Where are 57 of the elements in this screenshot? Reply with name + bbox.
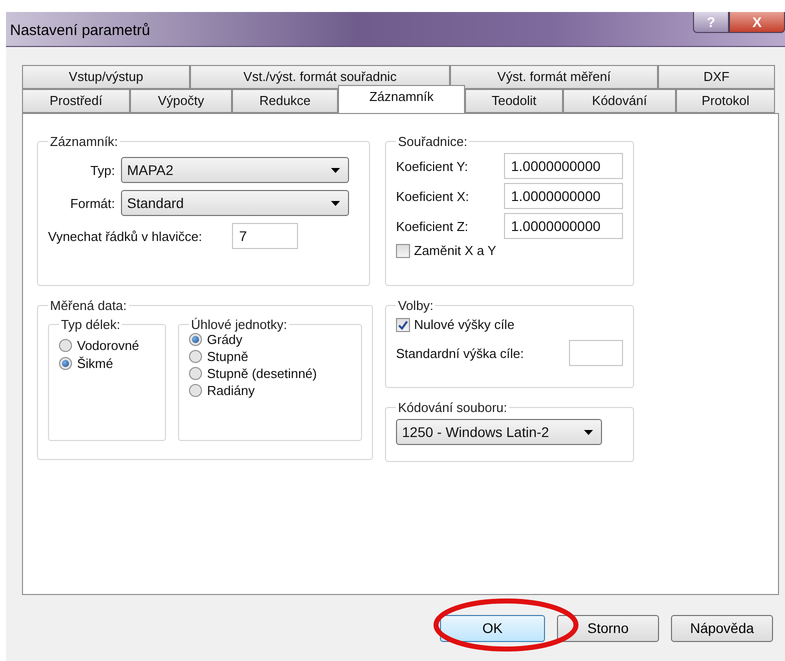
caret-icon [331,200,340,206]
radio-button[interactable] [189,350,202,363]
radio-button[interactable] [59,339,72,352]
radio-label: Radiány [207,383,255,398]
radio-label: Šikmé [77,356,114,371]
dialog-button[interactable]: OK [440,614,545,642]
dialog-button[interactable]: Storno [557,614,659,642]
group-title: Úhlové jednotky: [190,317,288,332]
check-icon [398,320,408,330]
radio-label: Stupně (desetinné) [207,366,317,381]
radio-button[interactable] [189,384,202,397]
tab[interactable]: Protokol [676,89,775,113]
caret-icon [584,430,593,434]
radio-label: Vodorovné [77,338,140,353]
field-label: Koeficient Z: [396,218,468,234]
group-title: Měřená data: [49,298,128,313]
tab[interactable]: DXF [658,65,775,89]
tab[interactable]: Vst./výst. formát souřadnic [190,65,450,89]
checkbox-label: Nulové výšky cíle [414,317,514,332]
field-label: Formát: [69,196,115,210]
radio-label: Stupně [207,349,248,364]
checkbox-label: Zaměnit X a Y [414,243,496,258]
dialog-button[interactable]: Nápověda [671,614,773,642]
caret-icon [331,168,340,172]
type-dropdown[interactable]: MAPA2 [121,157,349,183]
group-title: Záznamník: [49,134,119,149]
input-field[interactable] [569,340,623,366]
field-label: Koeficient Y: [396,158,468,174]
tab[interactable]: Vstup/výstup [22,65,190,89]
window-title: Nastavení parametrů [10,22,150,39]
encoding-dropdown[interactable]: 1250 - Windows Latin-2 [396,419,602,445]
input-field[interactable]: 7 [232,223,298,249]
format-dropdown[interactable]: Standard [121,190,349,216]
tab[interactable]: Výpočty [130,89,232,113]
tab[interactable]: Výst. formát měření [450,65,658,89]
checkbox[interactable] [396,244,410,258]
tab[interactable]: Záznamník [338,85,465,113]
group-title: Souřadnice: [397,134,468,149]
checkbox[interactable] [396,318,410,332]
tab[interactable]: Prostředí [22,89,130,113]
radio-button[interactable] [189,367,202,380]
field-label: Standardní výška cíle: [396,346,524,360]
tab[interactable]: Kódování [563,89,676,113]
input-field[interactable]: 1.0000000000 [504,153,623,179]
group-title: Kódování souboru: [397,400,508,415]
radio-button[interactable] [189,333,202,346]
field-label: Vynechat řádků v hlavičce: [48,228,202,244]
field-label: Koeficient X: [396,188,469,204]
radio-button[interactable] [59,357,72,370]
radio-label: Grády [207,332,242,347]
tab[interactable]: Teodolit [465,89,563,113]
input-field[interactable]: 1.0000000000 [504,213,623,239]
tab[interactable]: Redukce [232,89,338,113]
group-title: Typ délek: [60,317,122,332]
field-label: Typ: [89,162,115,178]
group-title: Volby: [397,298,434,313]
input-field[interactable]: 1.0000000000 [504,183,623,209]
